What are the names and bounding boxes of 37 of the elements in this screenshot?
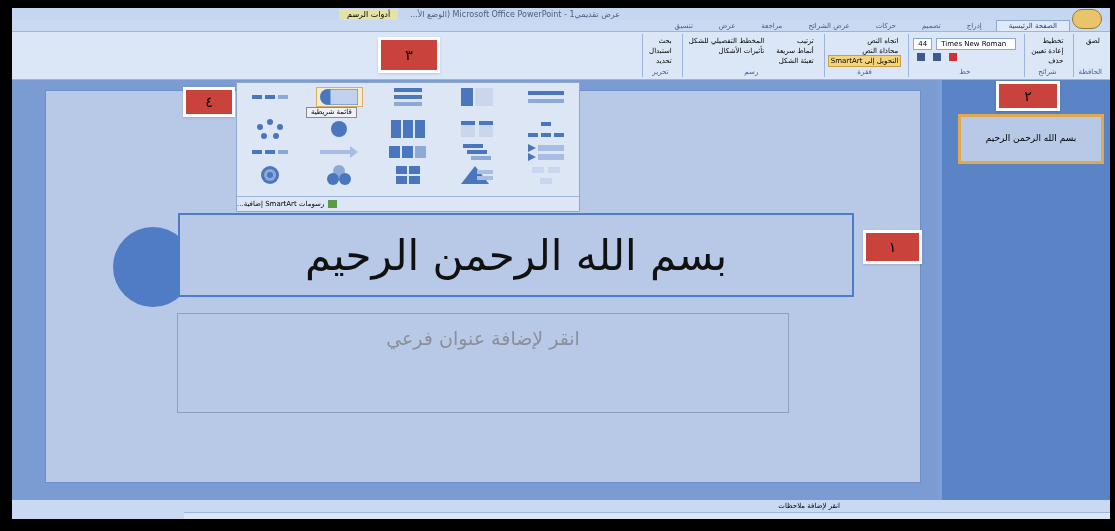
smartart-process-icon: [252, 150, 289, 154]
smartart-process-icon: [252, 95, 289, 99]
subtitle-placeholder-text: انقر لإضافة عنوان فرعي: [386, 326, 580, 352]
bold-icon[interactable]: [917, 53, 926, 61]
contextual-tab-label: أدوات الرسم: [339, 8, 399, 20]
slide-thumbnail[interactable]: بسم الله الرحمن الرحيم: [958, 114, 1104, 164]
smartart-table-icon: [460, 88, 493, 106]
smartart-arrow-icon: [320, 146, 359, 158]
smartart-hierarchy-icon: [527, 121, 564, 137]
window-title: عرض تقديمي1 - Microsoft Office PowerPoint (الوضع الأ...: [410, 8, 620, 20]
smartart-radial-icon: [331, 121, 348, 137]
slide-title: بسم الله الرحمن الرحيم: [304, 229, 728, 283]
smartart-blocks-icon: [389, 146, 427, 158]
title-placeholder[interactable]: بسم الله الرحمن الرحيم: [178, 213, 854, 297]
smartart-boxes-icon: [460, 121, 493, 137]
callout-number: ٣: [378, 37, 440, 73]
underline-icon[interactable]: [933, 53, 942, 61]
smartart-pyramid-icon: [460, 166, 493, 184]
smartart-cycle-icon: [257, 119, 284, 139]
callout-number: ١: [863, 230, 922, 264]
smartart-columns-icon: [391, 120, 425, 138]
smartart-list-icon: [320, 89, 359, 105]
smartart-stack-icon: [394, 88, 422, 106]
smartart-target-icon: [261, 166, 280, 184]
office-button[interactable]: [1072, 9, 1102, 29]
font-color-icon[interactable]: [949, 53, 958, 61]
layout-option[interactable]: [315, 87, 363, 107]
smartart-lines-icon: [527, 91, 564, 103]
smartart-chevron-icon: [527, 143, 564, 161]
smartart-stagger-icon: [462, 144, 491, 160]
callout-number: ٢: [996, 81, 1060, 111]
horizontal-scrollbar[interactable]: [184, 512, 1110, 519]
smartart-matrix-icon: [396, 166, 420, 184]
thumbnail-title: بسم الله الرحمن الرحيم: [985, 132, 1077, 146]
smartart-venn-icon: [327, 165, 352, 185]
smartart-icon: [328, 200, 338, 208]
callout-number: ٤: [183, 87, 235, 117]
